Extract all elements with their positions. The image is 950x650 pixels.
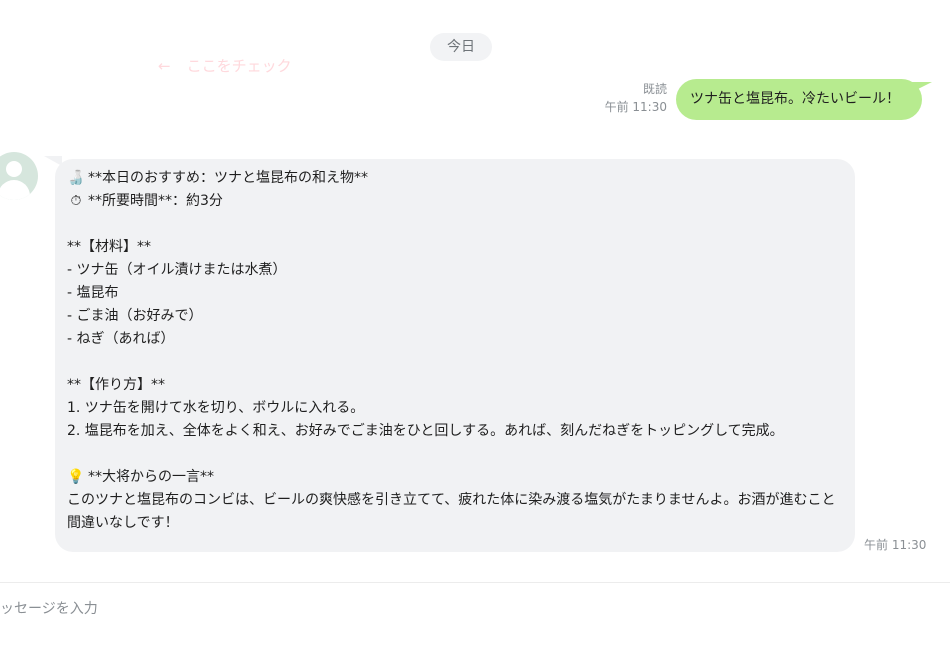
avatar[interactable]: [0, 152, 38, 200]
message-line: 💡 **大将からの一言**: [67, 466, 843, 489]
check-hint-text: ここをチェック: [186, 57, 292, 75]
message-line: - ツナ缶（オイル漬けまたは水煮）: [67, 262, 287, 278]
message-line: このツナと塩昆布のコンビは、ビールの爽快感を引き立てて、疲れた体に染み渡る塩気が…: [67, 492, 836, 531]
message-line: **【材料】**: [67, 239, 151, 255]
sake-bottle-icon: 🍶: [67, 170, 85, 186]
incoming-timestamp: 午前 11:30: [864, 538, 927, 552]
message-input[interactable]: [0, 598, 686, 620]
message-line: [67, 443, 843, 466]
message-line: **【作り方】**: [67, 377, 165, 393]
avatar-head-shape: [6, 161, 22, 177]
check-hint: ← ここをチェック: [158, 55, 292, 76]
message-line: 2. 塩昆布を加え、全体をよく和え、お好みでごま油をひと回しする。あれば、刻んだ…: [67, 423, 784, 439]
composer-divider: [0, 582, 950, 583]
message-line: 1. ツナ缶を開けて水を切り、ボウルに入れる。: [67, 400, 365, 416]
left-arrow-icon: ←: [158, 57, 171, 75]
message-line: ⏱ **所要時間**：約3分: [67, 190, 843, 213]
message-line: [67, 351, 843, 374]
incoming-message-bubble[interactable]: 🍶 **本日のおすすめ：ツナと塩昆布の和え物** ⏱ **所要時間**：約3分 **…: [55, 159, 855, 552]
message-line: [67, 213, 843, 236]
outgoing-timestamp: 午前 11:30: [604, 100, 667, 114]
outgoing-message-bubble[interactable]: ツナ缶と塩昆布。冷たいビール！: [676, 79, 922, 120]
message-line: 🍶 **本日のおすすめ：ツナと塩昆布の和え物**: [67, 167, 843, 190]
avatar-body-shape: [0, 180, 30, 200]
stopwatch-icon: ⏱: [70, 193, 82, 209]
message-line: - 塩昆布: [67, 285, 119, 301]
outgoing-message-meta: 既読 午前 11:30: [605, 80, 667, 116]
read-receipt: 既読: [642, 82, 667, 96]
light-bulb-icon: 💡: [67, 469, 85, 485]
message-line: - ねぎ（あれば）: [67, 331, 175, 347]
chat-window: 今日 ← ここをチェック 既読 午前 11:30 ツナ缶と塩昆布。冷たいビール！ …: [0, 0, 950, 650]
message-line: - ごま油（お好みで）: [67, 308, 203, 324]
date-divider: 今日: [430, 33, 492, 61]
